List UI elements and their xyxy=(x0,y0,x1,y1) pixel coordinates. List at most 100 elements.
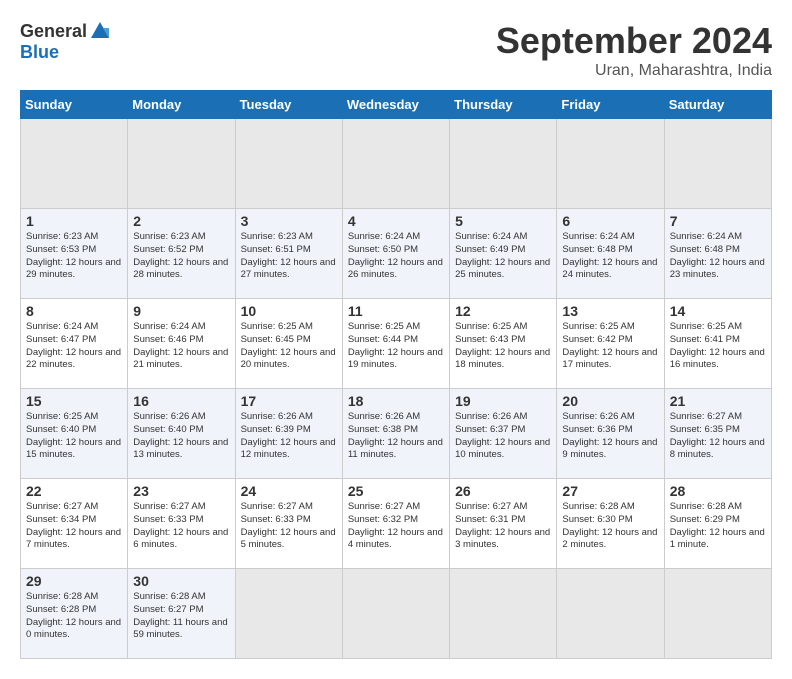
day-number: 12 xyxy=(455,303,551,319)
calendar-cell: 26 Sunrise: 6:27 AMSunset: 6:31 PMDayligh… xyxy=(450,479,557,569)
calendar-cell: 12 Sunrise: 6:25 AMSunset: 6:43 PMDayligh… xyxy=(450,299,557,389)
day-info: Sunrise: 6:24 AMSunset: 6:48 PMDaylight:… xyxy=(670,231,766,282)
day-number: 10 xyxy=(241,303,337,319)
calendar-cell: 24Sunrise: 6:27 AMSunset: 6:33 PMDayligh… xyxy=(235,479,342,569)
day-info: Sunrise: 6:28 AMSunset: 6:27 PMDaylight:… xyxy=(133,591,229,642)
calendar-cell: 30 Sunrise: 6:28 AMSunset: 6:27 PMDayligh… xyxy=(128,569,235,659)
calendar-cell: 9 Sunrise: 6:24 AMSunset: 6:46 PMDaylight… xyxy=(128,299,235,389)
day-number: 8 xyxy=(26,303,122,319)
day-info: Sunrise: 6:28 AMSunset: 6:29 PMDaylight:… xyxy=(670,501,766,552)
day-info: Sunrise: 6:28 AMSunset: 6:30 PMDaylight:… xyxy=(562,501,658,552)
calendar-cell: 27Sunrise: 6:28 AMSunset: 6:30 PMDayligh… xyxy=(557,479,664,569)
calendar-cell: 17 Sunrise: 6:26 AMSunset: 6:39 PMDayligh… xyxy=(235,389,342,479)
calendar-table: SundayMondayTuesdayWednesdayThursdayFrid… xyxy=(20,90,772,659)
day-info: Sunrise: 6:23 AMSunset: 6:52 PMDaylight:… xyxy=(133,231,229,282)
day-info: Sunrise: 6:26 AMSunset: 6:37 PMDaylight:… xyxy=(455,411,551,462)
day-info: Sunrise: 6:25 AMSunset: 6:40 PMDaylight:… xyxy=(26,411,122,462)
days-of-week-header: SundayMondayTuesdayWednesdayThursdayFrid… xyxy=(21,91,772,119)
day-info: Sunrise: 6:25 AMSunset: 6:41 PMDaylight:… xyxy=(670,321,766,372)
calendar-week-4: 22 Sunrise: 6:27 AMSunset: 6:34 PMDayligh… xyxy=(21,479,772,569)
day-number: 16 xyxy=(133,393,229,409)
day-info: Sunrise: 6:27 AMSunset: 6:33 PMDaylight:… xyxy=(133,501,229,552)
calendar-cell: 28 Sunrise: 6:28 AMSunset: 6:29 PMDayligh… xyxy=(664,479,771,569)
calendar-week-5: 29 Sunrise: 6:28 AMSunset: 6:28 PMDayligh… xyxy=(21,569,772,659)
calendar-cell: 11Sunrise: 6:25 AMSunset: 6:44 PMDayligh… xyxy=(342,299,449,389)
calendar-cell xyxy=(664,119,771,209)
calendar-week-0 xyxy=(21,119,772,209)
calendar-cell xyxy=(557,119,664,209)
calendar-cell: 29 Sunrise: 6:28 AMSunset: 6:28 PMDayligh… xyxy=(21,569,128,659)
day-of-week-sunday: Sunday xyxy=(21,91,128,119)
calendar-cell: 25 Sunrise: 6:27 AMSunset: 6:32 PMDayligh… xyxy=(342,479,449,569)
day-info: Sunrise: 6:26 AMSunset: 6:38 PMDaylight:… xyxy=(348,411,444,462)
day-number: 20 xyxy=(562,393,658,409)
day-number: 28 xyxy=(670,483,766,499)
day-info: Sunrise: 6:28 AMSunset: 6:28 PMDaylight:… xyxy=(26,591,122,642)
day-of-week-thursday: Thursday xyxy=(450,91,557,119)
day-number: 29 xyxy=(26,573,122,589)
day-info: Sunrise: 6:27 AMSunset: 6:34 PMDaylight:… xyxy=(26,501,122,552)
day-info: Sunrise: 6:27 AMSunset: 6:32 PMDaylight:… xyxy=(348,501,444,552)
day-number: 25 xyxy=(348,483,444,499)
calendar-cell: 8 Sunrise: 6:24 AMSunset: 6:47 PMDaylight… xyxy=(21,299,128,389)
day-number: 1 xyxy=(26,213,122,229)
day-number: 11 xyxy=(348,303,444,319)
calendar-cell xyxy=(450,569,557,659)
calendar-cell: 4 Sunrise: 6:24 AMSunset: 6:50 PMDaylight… xyxy=(342,209,449,299)
day-info: Sunrise: 6:26 AMSunset: 6:40 PMDaylight:… xyxy=(133,411,229,462)
day-info: Sunrise: 6:24 AMSunset: 6:48 PMDaylight:… xyxy=(562,231,658,282)
day-number: 18 xyxy=(348,393,444,409)
day-number: 14 xyxy=(670,303,766,319)
day-number: 21 xyxy=(670,393,766,409)
day-of-week-tuesday: Tuesday xyxy=(235,91,342,119)
calendar-cell: 6 Sunrise: 6:24 AMSunset: 6:48 PMDaylight… xyxy=(557,209,664,299)
calendar-cell xyxy=(557,569,664,659)
calendar-body: 1 Sunrise: 6:23 AMSunset: 6:53 PMDaylight… xyxy=(21,119,772,659)
day-info: Sunrise: 6:26 AMSunset: 6:39 PMDaylight:… xyxy=(241,411,337,462)
day-info: Sunrise: 6:27 AMSunset: 6:31 PMDaylight:… xyxy=(455,501,551,552)
calendar-cell: 14 Sunrise: 6:25 AMSunset: 6:41 PMDayligh… xyxy=(664,299,771,389)
calendar-cell: 3 Sunrise: 6:23 AMSunset: 6:51 PMDaylight… xyxy=(235,209,342,299)
calendar-cell: 13Sunrise: 6:25 AMSunset: 6:42 PMDayligh… xyxy=(557,299,664,389)
calendar-cell: 23Sunrise: 6:27 AMSunset: 6:33 PMDayligh… xyxy=(128,479,235,569)
day-info: Sunrise: 6:24 AMSunset: 6:46 PMDaylight:… xyxy=(133,321,229,372)
logo: General Blue xyxy=(20,20,111,63)
day-info: Sunrise: 6:27 AMSunset: 6:35 PMDaylight:… xyxy=(670,411,766,462)
day-info: Sunrise: 6:27 AMSunset: 6:33 PMDaylight:… xyxy=(241,501,337,552)
day-number: 3 xyxy=(241,213,337,229)
calendar-cell: 7Sunrise: 6:24 AMSunset: 6:48 PMDaylight… xyxy=(664,209,771,299)
calendar-cell xyxy=(21,119,128,209)
calendar-cell: 21 Sunrise: 6:27 AMSunset: 6:35 PMDayligh… xyxy=(664,389,771,479)
day-info: Sunrise: 6:23 AMSunset: 6:51 PMDaylight:… xyxy=(241,231,337,282)
day-number: 22 xyxy=(26,483,122,499)
day-number: 17 xyxy=(241,393,337,409)
calendar-cell: 22 Sunrise: 6:27 AMSunset: 6:34 PMDayligh… xyxy=(21,479,128,569)
location-title: Uran, Maharashtra, India xyxy=(496,62,772,80)
day-number: 2 xyxy=(133,213,229,229)
day-number: 30 xyxy=(133,573,229,589)
calendar-week-1: 1 Sunrise: 6:23 AMSunset: 6:53 PMDaylight… xyxy=(21,209,772,299)
day-info: Sunrise: 6:23 AMSunset: 6:53 PMDaylight:… xyxy=(26,231,122,282)
day-number: 9 xyxy=(133,303,229,319)
day-info: Sunrise: 6:24 AMSunset: 6:47 PMDaylight:… xyxy=(26,321,122,372)
day-info: Sunrise: 6:24 AMSunset: 6:49 PMDaylight:… xyxy=(455,231,551,282)
day-number: 26 xyxy=(455,483,551,499)
title-block: September 2024 Uran, Maharashtra, India xyxy=(496,20,772,80)
calendar-cell: 10 Sunrise: 6:25 AMSunset: 6:45 PMDayligh… xyxy=(235,299,342,389)
calendar-week-2: 8 Sunrise: 6:24 AMSunset: 6:47 PMDaylight… xyxy=(21,299,772,389)
day-number: 6 xyxy=(562,213,658,229)
calendar-cell: 15Sunrise: 6:25 AMSunset: 6:40 PMDayligh… xyxy=(21,389,128,479)
day-info: Sunrise: 6:26 AMSunset: 6:36 PMDaylight:… xyxy=(562,411,658,462)
logo-blue: Blue xyxy=(20,42,59,63)
day-info: Sunrise: 6:25 AMSunset: 6:45 PMDaylight:… xyxy=(241,321,337,372)
calendar-cell: 1 Sunrise: 6:23 AMSunset: 6:53 PMDaylight… xyxy=(21,209,128,299)
day-info: Sunrise: 6:25 AMSunset: 6:43 PMDaylight:… xyxy=(455,321,551,372)
day-of-week-saturday: Saturday xyxy=(664,91,771,119)
logo-icon xyxy=(89,20,111,42)
day-info: Sunrise: 6:24 AMSunset: 6:50 PMDaylight:… xyxy=(348,231,444,282)
day-of-week-friday: Friday xyxy=(557,91,664,119)
calendar-cell: 16 Sunrise: 6:26 AMSunset: 6:40 PMDayligh… xyxy=(128,389,235,479)
calendar-cell: 20 Sunrise: 6:26 AMSunset: 6:36 PMDayligh… xyxy=(557,389,664,479)
calendar-cell xyxy=(128,119,235,209)
day-number: 4 xyxy=(348,213,444,229)
